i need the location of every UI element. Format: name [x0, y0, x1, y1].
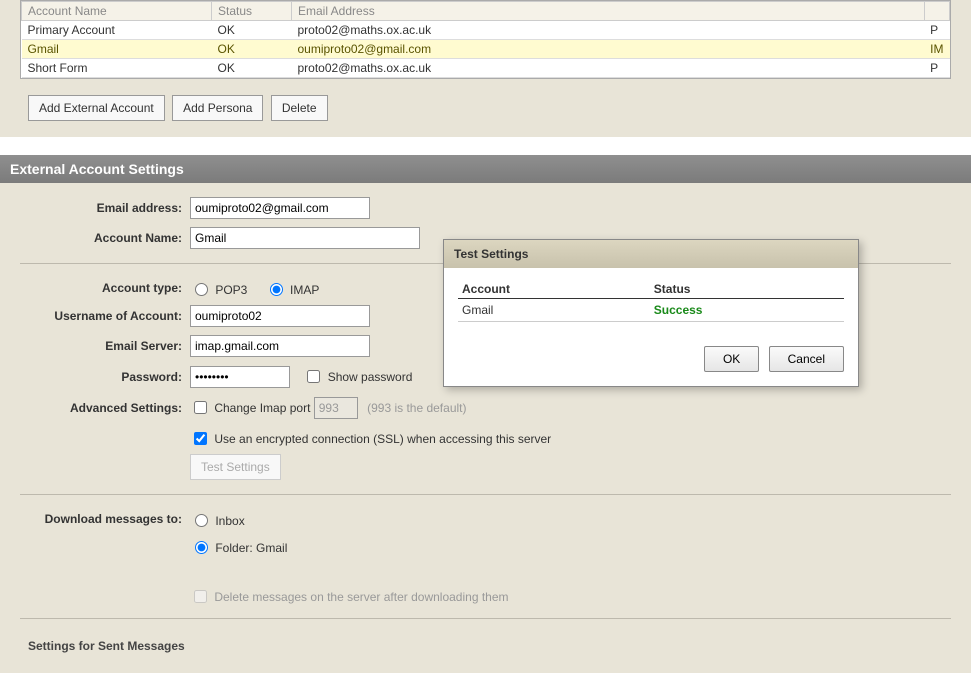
add-external-account-button[interactable]: Add External Account	[28, 95, 165, 121]
cell-extra: P	[924, 59, 949, 78]
radio-inbox-label[interactable]: Inbox	[190, 514, 245, 528]
password-input[interactable]	[190, 366, 290, 388]
account-name-input[interactable]	[190, 227, 420, 249]
username-input[interactable]	[190, 305, 370, 327]
delete-button[interactable]: Delete	[271, 95, 328, 121]
accounts-col-status: Status	[212, 2, 292, 21]
cell-status: OK	[212, 21, 292, 40]
label-advanced: Advanced Settings:	[20, 401, 190, 415]
delete-after-text: Delete messages on the server after down…	[214, 590, 508, 604]
email-server-input[interactable]	[190, 335, 370, 357]
use-ssl-checkbox[interactable]	[194, 432, 207, 445]
dialog-cancel-button[interactable]: Cancel	[769, 346, 844, 372]
radio-folder-label[interactable]: Folder: Gmail	[190, 541, 287, 555]
radio-imap-label[interactable]: IMAP	[265, 283, 320, 297]
delete-after-label[interactable]: Delete messages on the server after down…	[190, 590, 509, 604]
radio-inbox-text: Inbox	[215, 514, 244, 528]
radio-imap[interactable]	[270, 283, 283, 296]
show-password-text: Show password	[328, 370, 413, 384]
test-results-table: Account Status Gmail Success	[458, 280, 844, 322]
radio-pop3-label[interactable]: POP3	[190, 283, 251, 297]
test-row: Gmail Success	[458, 299, 844, 322]
label-account-name: Account Name:	[20, 231, 190, 245]
dialog-ok-button[interactable]: OK	[704, 346, 759, 372]
radio-folder-text: Folder: Gmail	[215, 541, 287, 555]
test-col-account: Account	[458, 280, 650, 299]
test-settings-button[interactable]: Test Settings	[190, 454, 281, 480]
use-ssl-label[interactable]: Use an encrypted connection (SSL) when a…	[190, 432, 551, 446]
cell-status: OK	[212, 59, 292, 78]
radio-pop3[interactable]	[195, 283, 208, 296]
accounts-header-row: Account Name Status Email Address	[22, 2, 950, 21]
cell-status: OK	[212, 40, 292, 59]
change-imap-port-text: Change Imap port	[214, 401, 310, 415]
accounts-col-email: Email Address	[292, 2, 925, 21]
show-password-label[interactable]: Show password	[303, 370, 412, 384]
cell-email: oumiproto02@gmail.com	[292, 40, 925, 59]
panel-title: External Account Settings	[0, 155, 971, 183]
cell-account-name: Gmail	[22, 40, 212, 59]
imap-port-input[interactable]	[314, 397, 358, 419]
test-cell-account: Gmail	[458, 299, 650, 322]
change-imap-port-label[interactable]: Change Imap port	[190, 401, 314, 415]
cell-extra: IM	[924, 40, 949, 59]
accounts-col-extra	[924, 2, 949, 21]
delete-after-checkbox[interactable]	[194, 590, 207, 603]
radio-inbox[interactable]	[195, 514, 208, 527]
accounts-table: Account Name Status Email Address Primar…	[20, 0, 951, 79]
label-email-server: Email Server:	[20, 339, 190, 353]
table-row[interactable]: Short Form OK proto02@maths.ox.ac.uk P	[22, 59, 950, 78]
test-col-status: Status	[650, 280, 844, 299]
label-username: Username of Account:	[20, 309, 190, 323]
test-cell-status: Success	[650, 299, 844, 322]
imap-port-hint: (993 is the default)	[367, 401, 466, 415]
table-row[interactable]: Gmail OK oumiproto02@gmail.com IM	[22, 40, 950, 59]
radio-imap-text: IMAP	[290, 283, 319, 297]
test-settings-dialog: Test Settings Account Status Gmail Succe…	[443, 239, 859, 387]
cell-account-name: Primary Account	[22, 21, 212, 40]
radio-folder[interactable]	[195, 541, 208, 554]
cell-extra: P	[924, 21, 949, 40]
cell-account-name: Short Form	[22, 59, 212, 78]
radio-pop3-text: POP3	[215, 283, 247, 297]
label-download-to: Download messages to:	[20, 512, 190, 526]
add-persona-button[interactable]: Add Persona	[172, 95, 263, 121]
label-email: Email address:	[20, 201, 190, 215]
table-row[interactable]: Primary Account OK proto02@maths.ox.ac.u…	[22, 21, 950, 40]
use-ssl-text: Use an encrypted connection (SSL) when a…	[214, 432, 551, 446]
show-password-checkbox[interactable]	[307, 370, 320, 383]
label-account-type: Account type:	[20, 281, 190, 295]
email-input[interactable]	[190, 197, 370, 219]
accounts-col-name: Account Name	[22, 2, 212, 21]
dialog-title: Test Settings	[444, 240, 858, 268]
sent-settings-heading: Settings for Sent Messages	[20, 629, 951, 653]
change-imap-port-checkbox[interactable]	[194, 401, 207, 414]
label-password: Password:	[20, 370, 190, 384]
cell-email: proto02@maths.ox.ac.uk	[292, 59, 925, 78]
cell-email: proto02@maths.ox.ac.uk	[292, 21, 925, 40]
